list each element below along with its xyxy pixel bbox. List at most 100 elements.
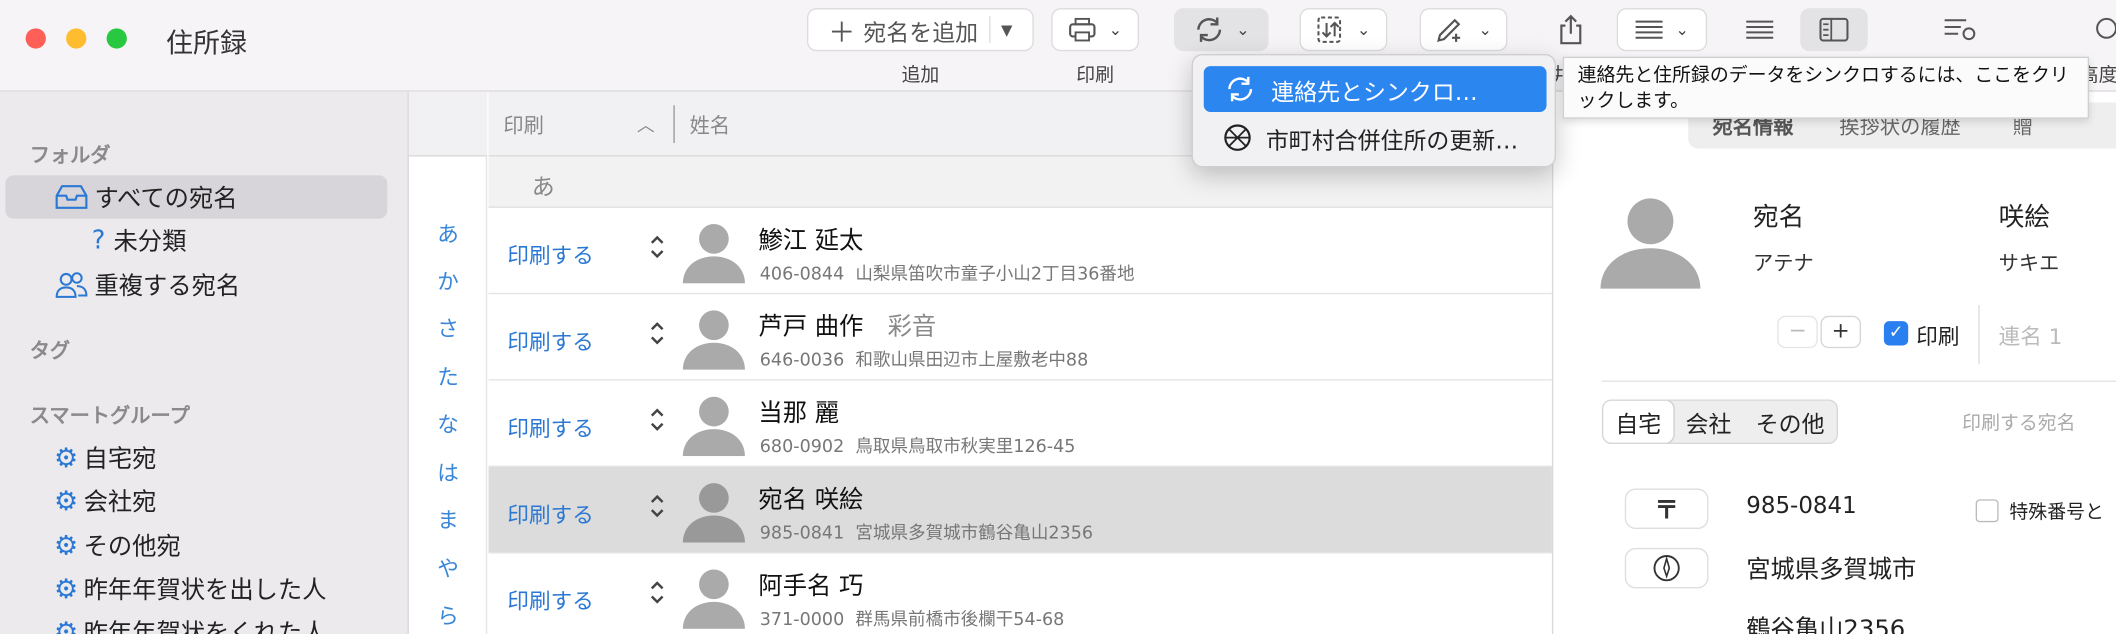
address-line2-field[interactable]: 鶴谷亀山2356 [1746, 610, 1905, 634]
column-divider[interactable] [673, 105, 675, 144]
print-button[interactable]: ⌄ [1051, 8, 1139, 52]
segment-other[interactable]: その他 [1744, 401, 1837, 443]
postal-code-field[interactable]: 985-0841 [1746, 493, 1856, 520]
sidebar-item-duplicates[interactable]: 重複する宛名 [54, 263, 240, 306]
address-text: 群馬県前橋市後欄干54-68 [855, 609, 1065, 631]
name-column-header[interactable]: 姓名 [690, 111, 731, 139]
gear-icon: ⚙ [53, 441, 79, 474]
plus-icon: ＋ [828, 15, 856, 48]
sidebar-icon [1819, 17, 1849, 42]
last-name-field[interactable]: 宛名 [1753, 197, 1804, 233]
last-name-kana-field[interactable]: アテナ [1753, 248, 1814, 276]
updown-stepper-icon[interactable] [648, 491, 667, 526]
contact-photo[interactable] [1596, 189, 1704, 294]
postal-code: 371-0000 [759, 609, 845, 631]
sync-button[interactable]: ⌄ [1174, 8, 1269, 52]
index-sa[interactable]: さ [409, 310, 487, 342]
remove-joint-name-button[interactable]: − [1777, 315, 1818, 349]
print-status[interactable]: 印刷する [507, 410, 593, 442]
list-row[interactable]: 印刷する 阿手名 巧 371-0000 群馬県前橋市後欄干54-68 [489, 553, 1552, 634]
updown-stepper-icon[interactable] [648, 232, 667, 267]
sync-icon [1228, 76, 1253, 102]
menu-item-sync-contacts[interactable]: 連絡先とシンクロ… [1203, 66, 1547, 113]
list-row[interactable]: 印刷する 当那 麗 680-0902 鳥取県鳥取市秋実里126-45 [488, 381, 1552, 467]
special-number-checkbox[interactable] [1975, 499, 1999, 523]
print-status[interactable]: 印刷する [507, 238, 593, 270]
list-row[interactable]: 印刷する 芦戸 曲作 彩音 646-0036 和歌山県田辺市上屋敷老中88 [488, 294, 1552, 381]
first-name-kana-field[interactable]: サキエ [1999, 248, 2060, 276]
contact-name-text: 阿手名 巧 [758, 572, 864, 601]
first-name-field[interactable]: 咲絵 [1999, 197, 2050, 233]
joint-name-field[interactable]: 連名 1 [1999, 318, 2063, 350]
sort-ascending-icon[interactable]: ︿ [637, 111, 655, 136]
print-status[interactable]: 印刷する [507, 583, 593, 615]
index-a[interactable]: あ [409, 216, 487, 248]
share-button[interactable] [1547, 8, 1596, 51]
sort-button[interactable]: ⌄ [1616, 8, 1708, 52]
list-row-selected[interactable]: 印刷する 宛名 咲絵 985-0841 宮城県多賀城市鶴谷亀山2356 [488, 466, 1552, 554]
contact-name-text: 芦戸 曲作 [758, 313, 864, 342]
list-view-button[interactable] [1731, 8, 1788, 51]
sidebar-item-all[interactable]: すべての宛名 [54, 175, 238, 218]
minimize-window-button[interactable] [66, 28, 87, 49]
split-view-button[interactable] [1800, 8, 1868, 52]
sidebar-item-label: 自宅宛 [83, 445, 157, 474]
search-button[interactable] [2089, 8, 2116, 51]
contact-name: 宛名 咲絵 [758, 480, 887, 515]
avatar [680, 391, 747, 461]
index-ta[interactable]: た [409, 359, 487, 391]
compass-icon[interactable] [1624, 547, 1709, 589]
list-row[interactable]: 印刷する 鯵江 延太 406-0844 山梨県笛吹市童子小山2丁目36番地 [488, 208, 1552, 295]
sidebar-item-other[interactable]: ⚙ その他宛 [54, 524, 181, 567]
sidebar-item-company[interactable]: ⚙ 会社宛 [54, 479, 156, 522]
contact-address: 406-0844 山梨県笛吹市童子小山2丁目36番地 [760, 259, 1135, 285]
index-na[interactable]: な [409, 406, 487, 438]
divider [1978, 304, 1980, 365]
sidebar-item-label: すべての宛名 [94, 184, 238, 214]
updown-stepper-icon[interactable] [648, 578, 667, 613]
postal-mark-icon[interactable]: 〒 [1624, 488, 1709, 530]
menu-item-merge-address-update[interactable]: 市町村合併住所の更新… [1204, 115, 1547, 161]
gear-icon: ⚙ [53, 484, 79, 517]
close-window-button[interactable] [25, 28, 46, 49]
tools-button[interactable]: ⌄ [1419, 8, 1508, 52]
chevron-down-icon: ⌄ [1478, 20, 1492, 40]
address-text: 和歌山県田辺市上屋敷老中88 [855, 350, 1089, 372]
zoom-window-button[interactable] [106, 28, 127, 49]
index-ma[interactable]: ま [409, 502, 487, 534]
index-ka[interactable]: か [409, 263, 487, 295]
contact-address: 646-0036 和歌山県田辺市上屋敷老中88 [760, 345, 1088, 371]
special-number-label: 特殊番号と [2009, 502, 2104, 524]
segment-company[interactable]: 会社 [1673, 401, 1743, 443]
contact-address: 371-0000 群馬県前橋市後欄干54-68 [759, 605, 1065, 631]
add-joint-name-button[interactable]: + [1820, 315, 1861, 349]
add-address-button[interactable]: ＋ 宛名を追加 ▼ [807, 8, 1034, 52]
segment-home[interactable]: 自宅 [1603, 400, 1674, 443]
index-ra[interactable]: ら [409, 598, 487, 630]
avatar [680, 478, 747, 548]
address-line1-field[interactable]: 宮城県多賀城市 [1746, 551, 1916, 586]
sidebar-item-label: その他宛 [83, 533, 181, 562]
smart-groups-heading: スマートグループ [29, 403, 190, 428]
import-button[interactable]: ⌄ [1299, 8, 1388, 52]
settings-list-button[interactable] [1932, 8, 1989, 51]
printer-icon [1069, 17, 1097, 42]
print-status[interactable]: 印刷する [507, 497, 593, 529]
sidebar-item-sent-last-year[interactable]: ⚙ 昨年年賀状を出した人 [54, 567, 327, 610]
sidebar-item-uncategorized[interactable]: ? 未分類 [92, 219, 187, 262]
sync-menu: 連絡先とシンクロ… 市町村合併住所の更新… [1191, 53, 1556, 168]
sync-icon [1197, 17, 1222, 42]
contact-name: 鯵江 延太 [758, 221, 887, 256]
updown-stepper-icon[interactable] [648, 318, 667, 353]
index-ya[interactable]: や [409, 551, 487, 583]
chevron-down-icon[interactable]: ▼ [1001, 21, 1012, 39]
print-checkbox[interactable]: ✓ [1883, 321, 1909, 346]
print-column-header[interactable]: 印刷 [503, 111, 544, 139]
print-status[interactable]: 印刷する [507, 324, 593, 356]
question-icon: ? [91, 225, 106, 256]
people-icon [55, 272, 88, 298]
updown-stepper-icon[interactable] [648, 405, 667, 440]
sidebar-item-received-last-year[interactable]: ⚙ 昨年年賀状をくれた人 [54, 610, 327, 634]
sidebar-item-home[interactable]: ⚙ 自宅宛 [54, 436, 156, 479]
index-ha[interactable]: は [409, 455, 487, 487]
